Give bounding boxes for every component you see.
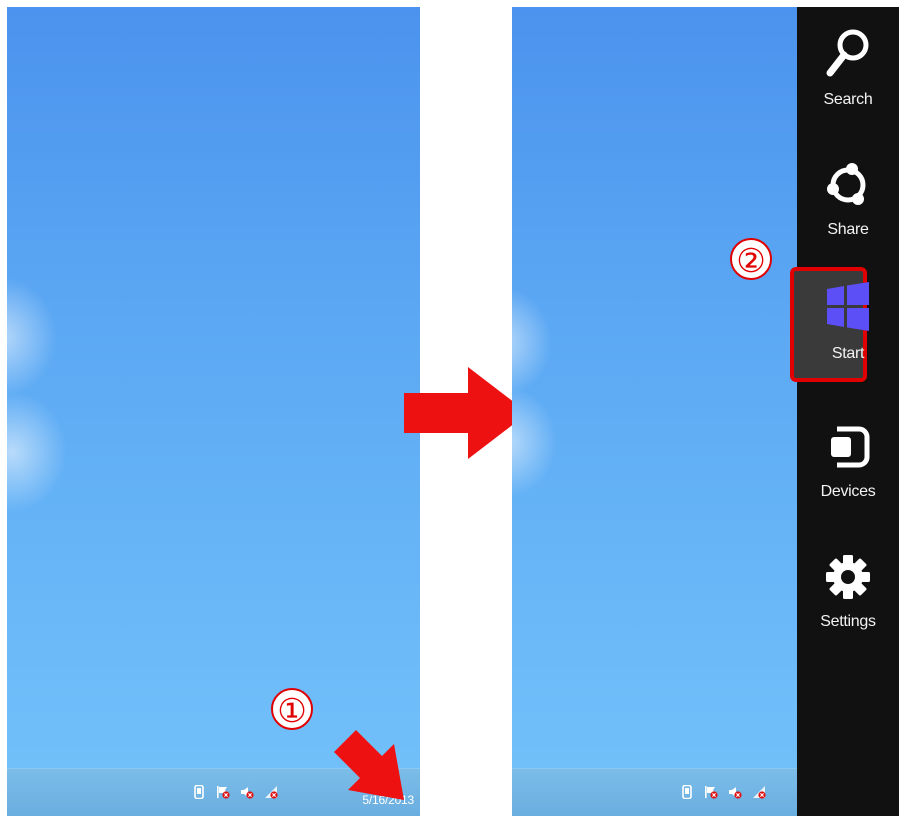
speaker-muted-icon[interactable]	[240, 785, 254, 799]
network-error-icon[interactable]	[752, 785, 766, 799]
charm-label: Start	[831, 345, 865, 362]
charm-search[interactable]: Search	[797, 25, 899, 135]
flag-error-icon[interactable]	[704, 785, 718, 799]
charm-devices[interactable]: Devices	[797, 417, 899, 527]
wallpaper-glow	[512, 287, 552, 397]
charm-label: Search	[823, 91, 873, 108]
system-tray	[680, 785, 766, 799]
charm-start[interactable]: Start	[790, 267, 899, 389]
charm-label: Devices	[820, 483, 876, 500]
taskbar	[512, 768, 797, 816]
windows-logo-icon	[827, 282, 869, 331]
phone-icon[interactable]	[680, 785, 694, 799]
step-2-marker: ②	[730, 238, 772, 280]
corner-pointer-arrow	[334, 730, 404, 800]
search-icon	[826, 29, 869, 77]
charms-bar: Search Share Start Devices Settings	[790, 7, 899, 816]
transition-arrow	[404, 367, 528, 459]
wallpaper-glow	[7, 392, 67, 512]
desktop-before: 9:22 A 5/16/2013	[7, 7, 420, 816]
charm-label: Share	[827, 221, 869, 238]
devices-icon	[831, 426, 870, 468]
desktop-after	[512, 7, 797, 816]
share-icon	[827, 163, 866, 205]
wallpaper-glow	[512, 387, 557, 497]
step-1-marker: ①	[271, 688, 313, 730]
network-error-icon[interactable]	[264, 785, 278, 799]
phone-icon[interactable]	[192, 785, 206, 799]
gear-icon	[826, 555, 870, 599]
charm-share[interactable]: Share	[797, 155, 899, 265]
system-tray	[192, 785, 278, 799]
speaker-muted-icon[interactable]	[728, 785, 742, 799]
wallpaper-glow	[7, 277, 57, 397]
flag-error-icon[interactable]	[216, 785, 230, 799]
charm-settings[interactable]: Settings	[797, 547, 899, 657]
charm-label: Settings	[820, 613, 876, 630]
